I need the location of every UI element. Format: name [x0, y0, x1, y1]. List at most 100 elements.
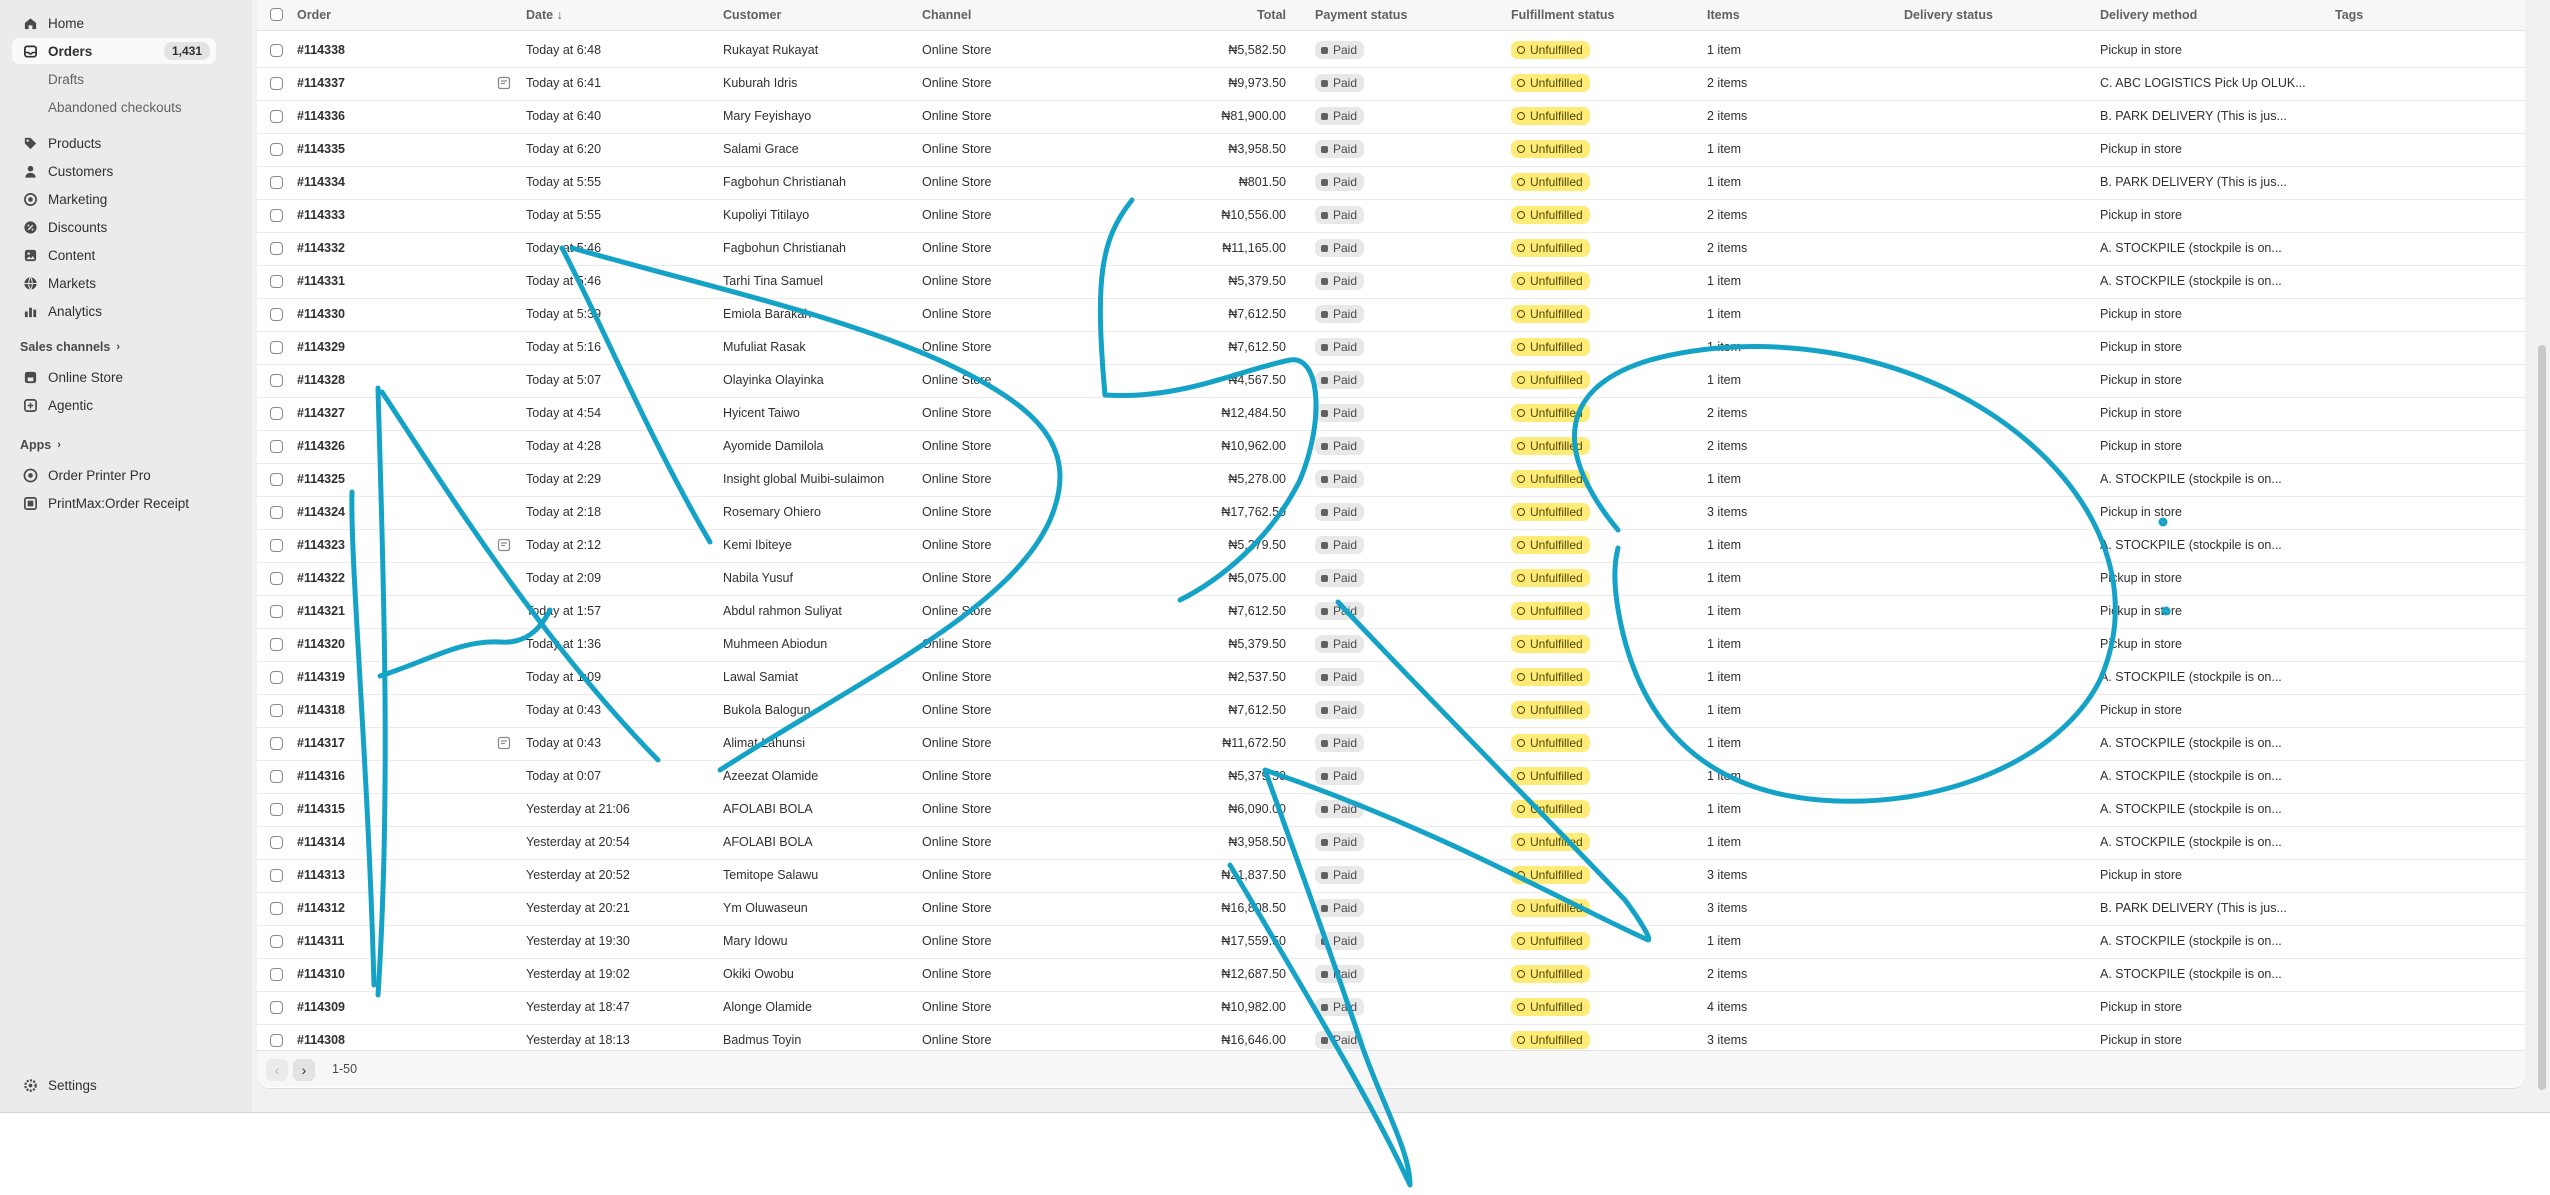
sidebar-item-markets[interactable]: Markets [12, 270, 216, 296]
table-row[interactable]: #114326 Today at 4:28 Ayomide Damilola Onli… [257, 430, 2525, 464]
apps-heading[interactable]: Apps › [20, 438, 61, 452]
column-header-delivery-status[interactable]: Delivery status [1904, 8, 1993, 22]
row-checkbox[interactable] [270, 77, 283, 90]
table-row[interactable]: #114330 Today at 5:39 Emiola Barakah Online… [257, 298, 2525, 332]
order-number[interactable]: #114335 [297, 142, 345, 156]
table-row[interactable]: #114318 Today at 0:43 Bukola Balogun Online… [257, 694, 2525, 728]
column-header-total[interactable]: Total [1257, 8, 1286, 22]
sidebar-item-content[interactable]: Content [12, 242, 216, 268]
order-number[interactable]: #114326 [297, 439, 345, 453]
table-row[interactable]: #114329 Today at 5:16 Mufuliat Rasak Online… [257, 331, 2525, 365]
row-checkbox[interactable] [270, 869, 283, 882]
previous-page-button[interactable]: ‹ [266, 1059, 288, 1081]
row-checkbox[interactable] [270, 737, 283, 750]
sidebar-item-discounts[interactable]: Discounts [12, 214, 216, 240]
row-checkbox[interactable] [270, 44, 283, 57]
row-checkbox[interactable] [270, 473, 283, 486]
table-row[interactable]: #114335 Today at 6:20 Salami Grace Online S… [257, 133, 2525, 167]
sidebar-item-analytics[interactable]: Analytics [12, 298, 216, 324]
order-number[interactable]: #114318 [297, 703, 345, 717]
column-header-tags[interactable]: Tags [2335, 8, 2363, 22]
row-checkbox[interactable] [270, 242, 283, 255]
row-checkbox[interactable] [270, 506, 283, 519]
row-checkbox[interactable] [270, 638, 283, 651]
order-number[interactable]: #114330 [297, 307, 345, 321]
column-header-payment-status[interactable]: Payment status [1315, 8, 1407, 22]
table-row[interactable]: #114338 Today at 6:48 Rukayat Rukayat Onlin… [257, 34, 2525, 68]
page-scrollbar[interactable] [2538, 345, 2546, 1090]
row-checkbox[interactable] [270, 143, 283, 156]
column-header-date[interactable]: Date ↓ [526, 8, 563, 22]
table-row[interactable]: #114311 Yesterday at 19:30 Mary Idowu Onlin… [257, 925, 2525, 959]
sidebar-item-online-store[interactable]: Online Store [12, 364, 216, 390]
order-number[interactable]: #114333 [297, 208, 345, 222]
table-row[interactable]: #114333 Today at 5:55 Kupoliyi Titilayo Onl… [257, 199, 2525, 233]
order-number[interactable]: #114317 [297, 736, 345, 750]
sidebar-item-settings[interactable]: Settings [12, 1072, 216, 1098]
table-row[interactable]: #114321 Today at 1:57 Abdul rahmon Suliyat… [257, 595, 2525, 629]
sidebar-item-printmax[interactable]: PrintMax:Order Receipt [12, 490, 216, 516]
table-row[interactable]: #114327 Today at 4:54 Hyicent Taiwo Online … [257, 397, 2525, 431]
table-row[interactable]: #114316 Today at 0:07 Azeezat Olamide Onlin… [257, 760, 2525, 794]
order-number[interactable]: #114338 [297, 43, 345, 57]
row-checkbox[interactable] [270, 407, 283, 420]
sidebar-item-customers[interactable]: Customers [12, 158, 216, 184]
sales-channels-heading[interactable]: Sales channels › [20, 340, 120, 354]
sidebar-item-agentic[interactable]: Agentic [12, 392, 216, 418]
table-row[interactable]: #114325 Today at 2:29 Insight global Muibi… [257, 463, 2525, 497]
order-number[interactable]: #114309 [297, 1000, 345, 1014]
sidebar-item-order-printer-pro[interactable]: Order Printer Pro [12, 462, 216, 488]
table-row[interactable]: #114313 Yesterday at 20:52 Temitope Salawu… [257, 859, 2525, 893]
table-row[interactable]: #114322 Today at 2:09 Nabila Yusuf Online S… [257, 562, 2525, 596]
table-row[interactable]: #114334 Today at 5:55 Fagbohun Christianah… [257, 166, 2525, 200]
sidebar-subitem-drafts[interactable]: Drafts [48, 68, 84, 90]
row-checkbox[interactable] [270, 440, 283, 453]
row-checkbox[interactable] [270, 770, 283, 783]
select-all-checkbox[interactable] [270, 8, 283, 21]
table-row[interactable]: #114331 Today at 5:46 Tarhi Tina Samuel Onl… [257, 265, 2525, 299]
table-row[interactable]: #114312 Yesterday at 20:21 Ym Oluwaseun Onl… [257, 892, 2525, 926]
order-number[interactable]: #114316 [297, 769, 345, 783]
row-checkbox[interactable] [270, 902, 283, 915]
order-number[interactable]: #114334 [297, 175, 345, 189]
table-row[interactable]: #114336 Today at 6:40 Mary Feyishayo Online… [257, 100, 2525, 134]
order-number[interactable]: #114328 [297, 373, 345, 387]
order-number[interactable]: #114324 [297, 505, 345, 519]
table-row[interactable]: #114320 Today at 1:36 Muhmeen Abiodun Onlin… [257, 628, 2525, 662]
table-row[interactable]: #114328 Today at 5:07 Olayinka Olayinka Onl… [257, 364, 2525, 398]
order-number[interactable]: #114332 [297, 241, 345, 255]
row-checkbox[interactable] [270, 308, 283, 321]
row-checkbox[interactable] [270, 176, 283, 189]
row-checkbox[interactable] [270, 275, 283, 288]
row-checkbox[interactable] [270, 539, 283, 552]
order-number[interactable]: #114321 [297, 604, 345, 618]
row-checkbox[interactable] [270, 836, 283, 849]
order-number[interactable]: #114323 [297, 538, 345, 552]
column-header-order[interactable]: Order [297, 8, 331, 22]
table-row[interactable]: #114337 Today at 6:41 Kuburah Idris Online … [257, 67, 2525, 101]
sidebar-item-orders[interactable]: Orders 1,431 [12, 38, 216, 64]
row-checkbox[interactable] [270, 968, 283, 981]
column-header-fulfillment-status[interactable]: Fulfillment status [1511, 8, 1614, 22]
sidebar-item-home[interactable]: Home [12, 10, 216, 36]
row-checkbox[interactable] [270, 803, 283, 816]
row-checkbox[interactable] [270, 1001, 283, 1014]
table-row[interactable]: #114315 Yesterday at 21:06 AFOLABI BOLA Onl… [257, 793, 2525, 827]
order-number[interactable]: #114314 [297, 835, 345, 849]
row-checkbox[interactable] [270, 110, 283, 123]
order-number[interactable]: #114331 [297, 274, 345, 288]
order-number[interactable]: #114312 [297, 901, 345, 915]
order-number[interactable]: #114311 [297, 934, 344, 948]
row-checkbox[interactable] [270, 374, 283, 387]
row-checkbox[interactable] [270, 209, 283, 222]
sidebar-subitem-abandoned-checkouts[interactable]: Abandoned checkouts [48, 96, 182, 118]
row-checkbox[interactable] [270, 704, 283, 717]
sidebar-item-products[interactable]: Products [12, 130, 216, 156]
order-number[interactable]: #114320 [297, 637, 345, 651]
row-checkbox[interactable] [270, 572, 283, 585]
column-header-channel[interactable]: Channel [922, 8, 971, 22]
row-checkbox[interactable] [270, 605, 283, 618]
table-row[interactable]: #114310 Yesterday at 19:02 Okiki Owobu Onli… [257, 958, 2525, 992]
order-number[interactable]: #114329 [297, 340, 345, 354]
order-number[interactable]: #114313 [297, 868, 345, 882]
